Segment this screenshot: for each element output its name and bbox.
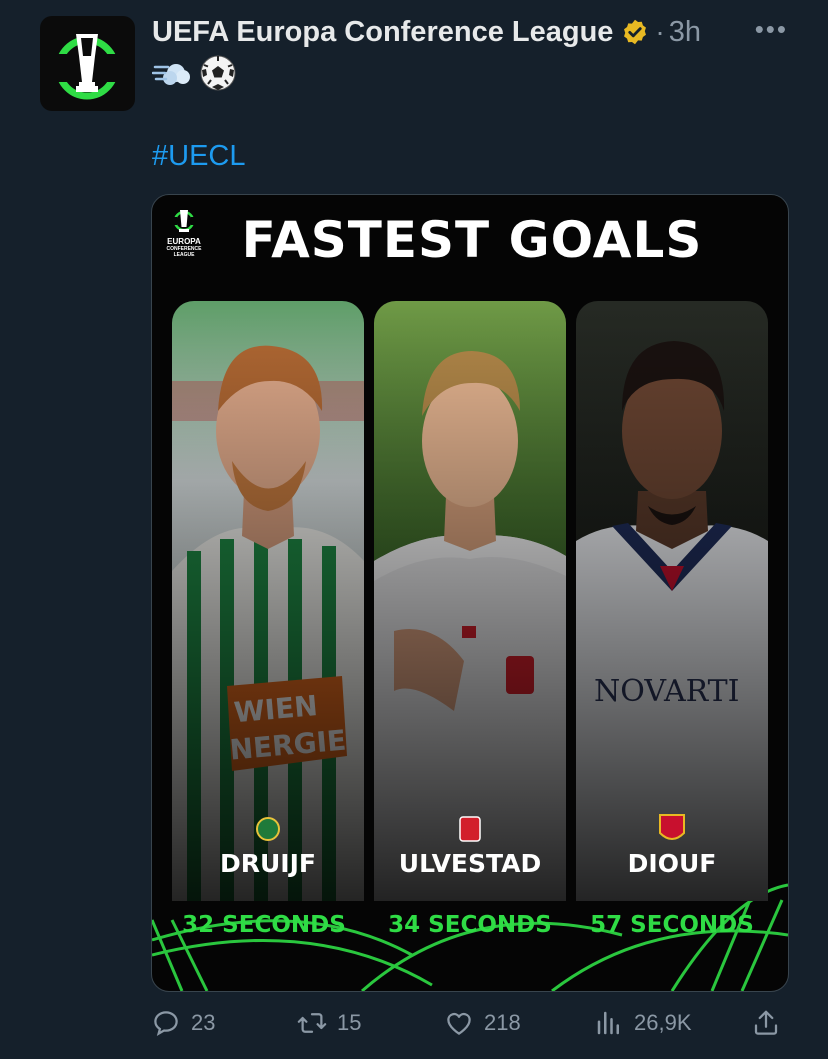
hashtag-link[interactable]: #UECL xyxy=(152,140,246,173)
separator-dot: · xyxy=(655,16,665,47)
dash-emoji-icon xyxy=(152,64,190,85)
player-photo xyxy=(374,301,566,901)
goal-time: 34 SECONDS xyxy=(388,912,552,938)
retweet-icon xyxy=(297,1013,327,1033)
verified-badge-icon[interactable] xyxy=(621,18,649,46)
post-time[interactable]: 3h xyxy=(669,16,701,49)
player-photo: WIEN NERGIE xyxy=(172,301,364,901)
views-chart-icon xyxy=(597,1011,619,1035)
goal-time: 32 SECONDS xyxy=(182,912,346,938)
author-name[interactable]: UEFA Europa Conference League xyxy=(152,16,613,49)
player-name: DIOUF xyxy=(627,849,717,878)
player-name: ULVESTAD xyxy=(398,849,542,878)
player-photo: NOVARTI xyxy=(576,301,768,901)
soccer-ball-emoji-icon xyxy=(200,55,236,91)
retweet-button[interactable]: 15 xyxy=(297,1008,361,1038)
tweet-header: UEFA Europa Conference League · 3h ••• xyxy=(152,10,788,54)
uecl-small-logo-icon xyxy=(173,210,195,232)
player-card: WIEN NERGIE DRUIJF xyxy=(172,301,364,901)
tweet-media-image[interactable]: EUROPA CONFERENCE LEAGUE FASTEST GOALS W… xyxy=(151,194,789,992)
player-card: ULVESTAD xyxy=(374,301,566,901)
like-count: 218 xyxy=(484,1010,521,1035)
league-logo-text: EUROPA CONFERENCE LEAGUE xyxy=(164,237,204,259)
heart-icon xyxy=(447,1012,471,1035)
goal-time: 57 SECONDS xyxy=(590,912,754,938)
like-button[interactable]: 218 xyxy=(444,1008,521,1038)
graphic-title: FASTEST GOALS xyxy=(241,211,703,269)
player-name: DRUIJF xyxy=(220,849,316,878)
more-options-icon[interactable]: ••• xyxy=(755,14,788,45)
tweet-action-bar: 23 15 218 26,9K xyxy=(151,1008,791,1048)
views-count: 26,9K xyxy=(634,1010,692,1035)
reply-count: 23 xyxy=(191,1010,216,1035)
reply-button[interactable]: 23 xyxy=(151,1008,215,1038)
uecl-logo-icon xyxy=(54,34,120,100)
tweet-emojis xyxy=(152,53,238,93)
player-card: NOVARTI DIOUF xyxy=(576,301,768,901)
logo-text-line: EUROPA xyxy=(167,237,201,246)
author-avatar[interactable] xyxy=(40,16,135,111)
reply-icon xyxy=(154,1011,178,1036)
share-icon xyxy=(754,1010,778,1035)
views-button[interactable]: 26,9K xyxy=(594,1008,692,1038)
share-button[interactable] xyxy=(751,1008,791,1038)
logo-text-line: LEAGUE xyxy=(173,252,195,258)
retweet-count: 15 xyxy=(337,1010,362,1035)
